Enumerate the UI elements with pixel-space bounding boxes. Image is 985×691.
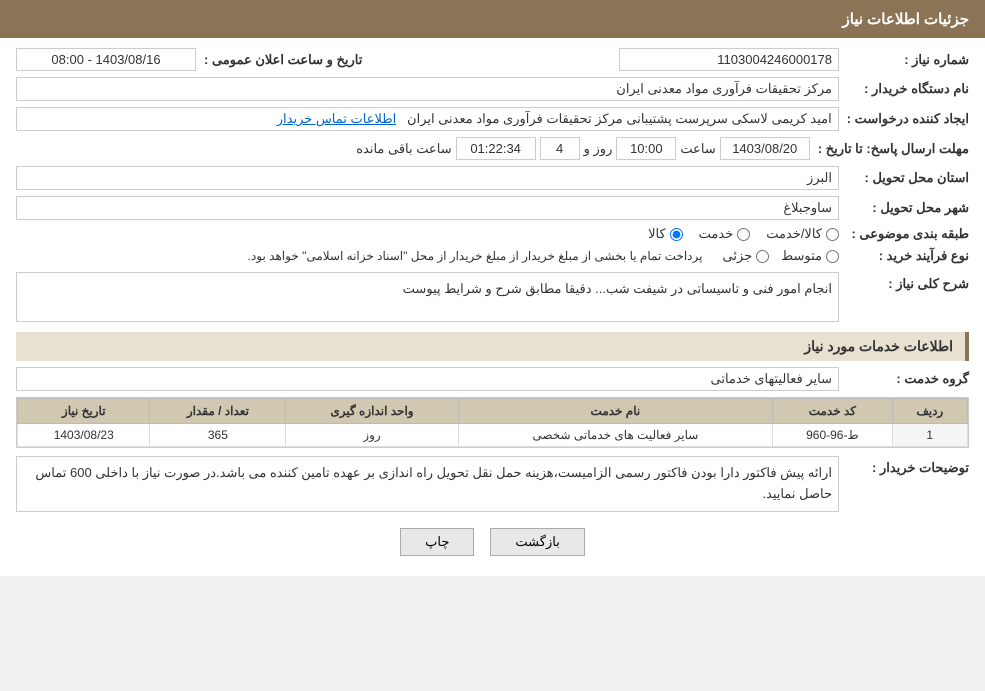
back-button[interactable]: بازگشت [490,528,584,556]
baqi-label: ساعت باقی مانده [356,141,451,157]
row-goroh: گروه خدمت : سایر فعالیتهای خدماتی [16,367,969,391]
goroh-label: گروه خدمت : [839,371,969,387]
mohlat-baqi: 01:22:34 [456,137,536,160]
services-table-container: ردیف کد خدمت نام خدمت واحد اندازه گیری ت… [16,397,969,448]
shahr-label: شهر محل تحویل : [839,200,969,216]
shomara-value: 1103004246000178 [619,48,839,71]
mohlat-label: مهلت ارسال پاسخ: تا تاریخ : [810,141,969,157]
ostan-label: استان محل تحویل : [839,170,969,186]
ejad-value: امید کریمی لاسکی سرپرست پشتیبانی مرکز تح… [16,107,839,131]
mohlat-saat: 10:00 [616,137,676,160]
print-button[interactable]: چاپ [400,528,474,556]
tarikh-value: 1403/08/16 - 08:00 [16,48,196,71]
tabaqe-khedmat: خدمت [699,226,751,242]
cell-tarikh: 1403/08/23 [18,424,150,447]
col-tedad: تعداد / مقدار [150,399,286,424]
col-tarikh: تاریخ نیاز [18,399,150,424]
tabaqe-kala-khidmat: کالا/خدمت [766,226,839,242]
page-header: جزئیات اطلاعات نیاز [0,0,985,38]
nofarayand-group: متوسط جزئی پرداخت تمام یا بخشی از مبلغ خ… [16,248,839,264]
nofarayand-motawaset-label: متوسط [781,248,822,264]
shomara-label: شماره نیاز : [839,52,969,68]
row-sharh: شرح کلی نیاز : انجام امور فنی و تاسیساتی… [16,272,969,322]
row-mohlat: مهلت ارسال پاسخ: تا تاریخ : 1403/08/20 س… [16,137,969,160]
nofarayand-jozi: جزئی [722,248,769,264]
tarikh-label: تاریخ و ساعت اعلان عمومی : [196,52,362,68]
table-row: 1 ط-96-960 سایر فعالیت های خدماتی شخصی ر… [18,424,968,447]
nofarayand-note: پرداخت تمام یا بخشی از مبلغ خریدار از مب… [248,249,703,263]
tabaqe-kala-khidmat-radio[interactable] [826,228,839,241]
row-ostan: استان محل تحویل : البرز [16,166,969,190]
content-area: شماره نیاز : 1103004246000178 تاریخ و سا… [0,38,985,576]
page-wrapper: جزئیات اطلاعات نیاز شماره نیاز : 1103004… [0,0,985,576]
row-tosif: توضیحات خریدار : ارائه پیش فاکتور دارا ب… [16,456,969,512]
tabaqe-kala-radio[interactable] [670,228,683,241]
cell-tedad: 365 [150,424,286,447]
tosif-value: ارائه پیش فاکتور دارا بودن فاکتور رسمی ا… [16,456,839,512]
saat-label: ساعت [680,141,715,157]
row-shahr: شهر محل تحویل : ساوجبلاغ [16,196,969,220]
cell-radif: 1 [892,424,967,447]
sharh-value: انجام امور فنی و تاسیساتی در شیفت شب... … [16,272,839,322]
row-namdastgah: نام دستگاه خریدار : مرکز تحقیقات فرآوری … [16,77,969,101]
tabaqe-khedmat-radio[interactable] [737,228,750,241]
sharh-label: شرح کلی نیاز : [839,276,969,292]
nofarayand-jozi-label: جزئی [722,248,752,264]
shahr-value: ساوجبلاغ [16,196,839,220]
nofarayand-jozi-radio[interactable] [756,250,769,263]
namdastgah-label: نام دستگاه خریدار : [839,81,969,97]
khadamat-section-header: اطلاعات خدمات مورد نیاز [16,332,969,361]
mohlat-datetime: 1403/08/20 ساعت 10:00 روز و 4 01:22:34 س… [16,137,810,160]
col-vahed: واحد اندازه گیری [286,399,458,424]
tabaqe-kala-label: کالا [648,226,666,242]
services-table: ردیف کد خدمت نام خدمت واحد اندازه گیری ت… [17,398,968,447]
goroh-value: سایر فعالیتهای خدماتی [16,367,839,391]
button-row: بازگشت چاپ [16,528,969,556]
ejad-link[interactable]: اطلاعات تماس خریدار [277,111,396,126]
tabaqe-options: کالا/خدمت خدمت کالا [648,226,839,242]
cell-nam: سایر فعالیت های خدماتی شخصی [458,424,773,447]
cell-kod: ط-96-960 [773,424,892,447]
page-title: جزئیات اطلاعات نیاز [843,11,970,28]
ostan-value: البرز [16,166,839,190]
ejad-label: ایجاد کننده درخواست : [839,111,969,127]
col-radif: ردیف [892,399,967,424]
mohlat-roz: 4 [540,137,580,160]
row-nofarayand: نوع فرآیند خرید : متوسط جزئی پرداخت تمام… [16,248,969,264]
nofarayand-motawaset: متوسط [781,248,839,264]
tabaqe-label: طبقه بندی موضوعی : [839,226,969,242]
tabaqe-khedmat-label: خدمت [699,226,734,242]
nofarayand-motawaset-radio[interactable] [826,250,839,263]
cell-vahed: روز [286,424,458,447]
tabaqe-kala-khidmat-label: کالا/خدمت [766,226,822,242]
row-ejad: ایجاد کننده درخواست : امید کریمی لاسکی س… [16,107,969,131]
col-kod: کد خدمت [773,399,892,424]
row-shomara: شماره نیاز : 1103004246000178 تاریخ و سا… [16,48,969,71]
namdastgah-value: مرکز تحقیقات فرآوری مواد معدنی ایران [16,77,839,101]
col-nam: نام خدمت [458,399,773,424]
tosif-label: توضیحات خریدار : [839,460,969,476]
mohlat-date: 1403/08/20 [720,137,810,160]
nofarayand-label: نوع فرآیند خرید : [839,248,969,264]
row-tabaqe: طبقه بندی موضوعی : کالا/خدمت خدمت کالا [16,226,969,242]
tabaqe-kala: کالا [648,226,683,242]
ejad-text: امید کریمی لاسکی سرپرست پشتیبانی مرکز تح… [407,111,832,126]
roz-label: روز و [584,141,613,157]
